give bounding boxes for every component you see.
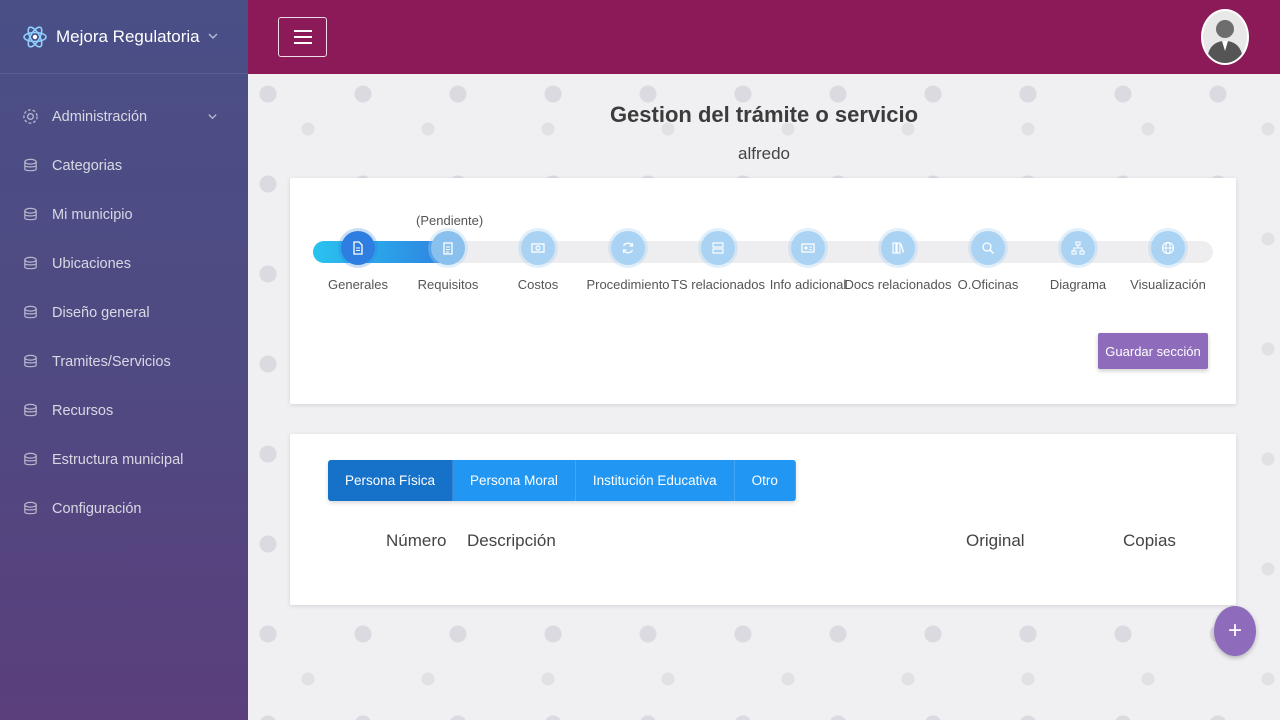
sidebar-item-ubicaciones[interactable]: Ubicaciones (0, 239, 248, 288)
stack-icon (24, 501, 37, 515)
main-content: Gestion del trámite o servicio alfredo (… (248, 74, 1280, 720)
stack-icon (24, 354, 37, 368)
sidebar-item-label: Mi municipio (52, 206, 133, 223)
sidebar-item-configuracion[interactable]: Configuración (0, 484, 248, 533)
save-section-button[interactable]: Guardar sección (1098, 333, 1208, 369)
sidebar-item-label: Diseño general (52, 304, 150, 321)
stack-icon (24, 256, 37, 270)
step-label: Visualización (1130, 277, 1206, 292)
page-subtitle: alfredo (738, 144, 790, 163)
gear-icon (23, 109, 38, 124)
step-visualizacion[interactable]: Visualización (1108, 231, 1228, 295)
step-dot (971, 231, 1005, 265)
step-dot (701, 231, 735, 265)
money-icon (531, 243, 545, 253)
step-dot (341, 231, 375, 265)
sidebar-nav: Administración Categorias Mi municipio U… (0, 92, 248, 533)
sidebar-item-diseno-general[interactable]: Diseño general (0, 288, 248, 337)
column-header-numero: Número (386, 531, 447, 550)
chevron-down-icon (208, 114, 217, 120)
sidebar-item-label: Administración (52, 108, 148, 125)
sidebar-item-label: Categorias (52, 157, 123, 174)
clipboard-icon (443, 242, 453, 255)
column-header-original: Original (966, 531, 1025, 550)
sidebar-item-categorias[interactable]: Categorias (0, 141, 248, 190)
person-type-tabs: Persona Física Persona Moral Institución… (328, 460, 796, 501)
refresh-icon (622, 242, 634, 254)
server-icon (712, 242, 724, 254)
sidebar-item-recursos[interactable]: Recursos (0, 386, 248, 435)
pending-label: (Pendiente) (416, 213, 484, 228)
sidebar-item-label: Recursos (52, 402, 114, 419)
column-header-copias: Copias (1123, 531, 1176, 550)
atom-logo-icon (23, 25, 47, 48)
user-avatar-icon (1203, 11, 1247, 63)
document-icon (353, 241, 363, 255)
add-fab-button[interactable]: + (1214, 606, 1256, 656)
topbar (248, 0, 1280, 74)
stack-icon (24, 403, 37, 417)
sidebar-item-label: Configuración (52, 500, 142, 517)
requirements-card: Persona Física Persona Moral Institución… (290, 434, 1236, 605)
step-dot (881, 231, 915, 265)
step-dot (611, 231, 645, 265)
tab-institucion-educativa[interactable]: Institución Educativa (575, 460, 735, 501)
sidebar-item-estructura-municipal[interactable]: Estructura municipal (0, 435, 248, 484)
brand[interactable]: Mejora Regulatoria (0, 0, 248, 74)
chevron-down-icon[interactable] (207, 30, 219, 42)
sidebar-item-mi-municipio[interactable]: Mi municipio (0, 190, 248, 239)
globe-icon (1161, 241, 1175, 255)
stack-icon (24, 158, 37, 172)
sidebar: Mejora Regulatoria Administración Catego… (0, 0, 248, 720)
step-dot (1061, 231, 1095, 265)
plus-icon: + (1227, 617, 1242, 644)
column-header-descripcion: Descripción (467, 531, 556, 550)
sitemap-icon (1071, 241, 1085, 255)
user-avatar[interactable] (1201, 9, 1249, 65)
id-card-icon (801, 243, 815, 253)
sidebar-item-label: Tramites/Servicios (52, 353, 171, 370)
tab-persona-moral[interactable]: Persona Moral (453, 460, 576, 501)
step-dot (1151, 231, 1185, 265)
sidebar-item-label: Ubicaciones (52, 255, 131, 272)
hamburger-icon (293, 30, 312, 44)
stack-icon (24, 207, 37, 221)
office-search-icon (982, 242, 995, 255)
sidebar-item-label: Estructura municipal (52, 451, 184, 468)
sidebar-item-administracion[interactable]: Administración (0, 92, 248, 141)
step-dot (521, 231, 555, 265)
page-title: Gestion del trámite o servicio (609, 102, 919, 127)
menu-toggle-button[interactable] (278, 17, 327, 57)
tab-persona-fisica[interactable]: Persona Física (328, 460, 454, 501)
brand-title: Mejora Regulatoria (56, 26, 200, 46)
steps-card: (Pendiente) Generales Requisitos Costos … (290, 178, 1236, 404)
books-icon (892, 242, 905, 254)
step-dot (791, 231, 825, 265)
sidebar-item-tramites-servicios[interactable]: Tramites/Servicios (0, 337, 248, 386)
tab-otro[interactable]: Otro (734, 460, 796, 501)
step-dot (431, 231, 465, 265)
stack-icon (24, 305, 37, 319)
stack-icon (24, 452, 37, 466)
